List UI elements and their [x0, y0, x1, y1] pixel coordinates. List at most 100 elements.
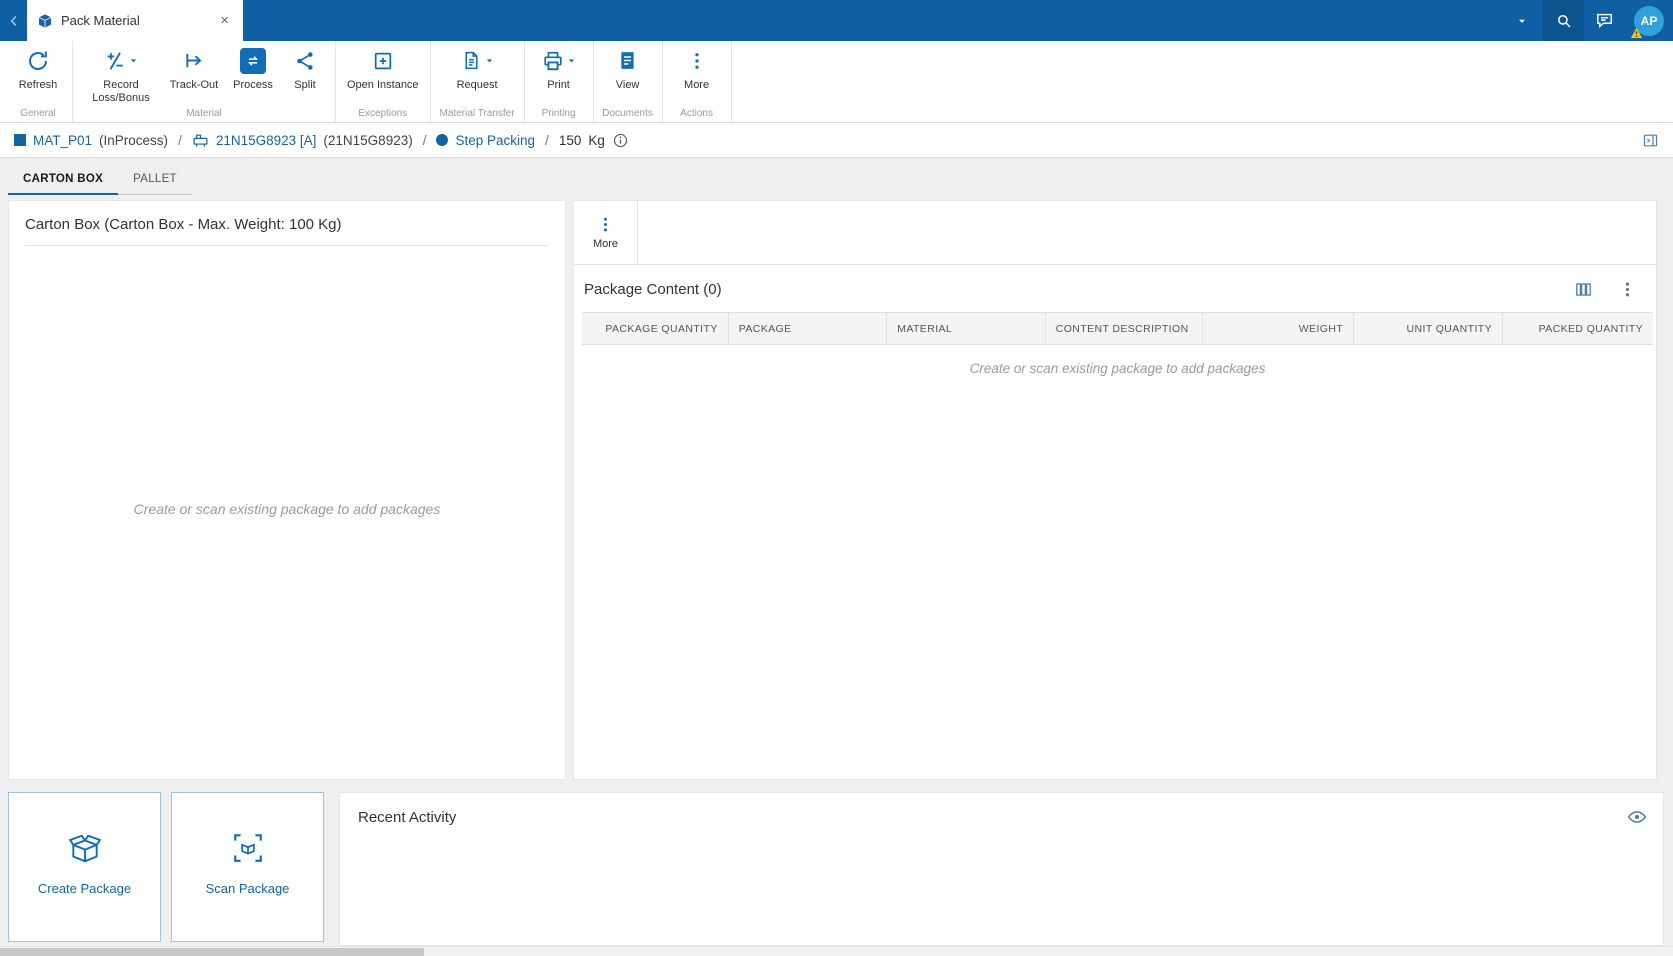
- column-header-weight[interactable]: WEIGHT: [1203, 313, 1355, 344]
- track-out-button-label: Track-Out: [169, 79, 219, 91]
- request-button[interactable]: Request: [447, 45, 507, 92]
- create-package-icon: [67, 831, 103, 865]
- column-options-icon[interactable]: [1574, 280, 1593, 299]
- dropdown-caret-icon: [129, 56, 138, 65]
- package-content-toolbar: More: [574, 201, 1656, 265]
- close-icon[interactable]: ×: [216, 11, 233, 30]
- column-header-content-description[interactable]: CONTENT DESCRIPTION: [1046, 313, 1204, 344]
- open-instance-button[interactable]: Open Instance: [342, 45, 424, 92]
- split-icon: [294, 50, 316, 72]
- breadcrumb-separator: /: [422, 132, 427, 148]
- back-button[interactable]: [0, 0, 27, 41]
- eye-icon[interactable]: [1627, 807, 1647, 827]
- toolbar-group-material-transfer: Request Material Transfer: [431, 41, 525, 122]
- tab-pallet[interactable]: PALLET: [118, 167, 192, 195]
- search-icon: [1555, 12, 1573, 30]
- package-more-button-label: More: [592, 237, 619, 250]
- package-more-button[interactable]: More: [574, 201, 638, 264]
- toolbar-group-general: Refresh General: [4, 41, 73, 122]
- resource-secondary: (21N15G8923): [323, 132, 413, 148]
- horizontal-scrollbar[interactable]: [0, 946, 1673, 956]
- record-loss-bonus-button[interactable]: Record Loss/Bonus: [79, 45, 163, 104]
- material-icon: [14, 134, 26, 146]
- resource-icon: [192, 132, 209, 149]
- print-icon: [542, 50, 564, 72]
- column-header-packed-quantity[interactable]: PACKED QUANTITY: [1503, 313, 1653, 344]
- open-panel-icon[interactable]: [1642, 132, 1659, 149]
- record-loss-bonus-button-label: Record Loss/Bonus: [92, 79, 150, 104]
- quantity-unit: Kg: [588, 132, 605, 148]
- process-icon: [240, 47, 266, 74]
- user-avatar-button[interactable]: AP: [1625, 0, 1673, 41]
- warning-badge-icon: [1630, 27, 1643, 39]
- scan-package-button[interactable]: Scan Package: [171, 792, 324, 942]
- refresh-button[interactable]: Refresh: [10, 45, 66, 92]
- toolbar-group-label-actions: Actions: [680, 108, 713, 119]
- horizontal-scrollbar-thumb[interactable]: [0, 948, 424, 956]
- toolbar-group-documents: View Documents: [594, 41, 663, 122]
- material-status: (InProcess): [99, 132, 169, 148]
- view-button[interactable]: View: [600, 45, 656, 92]
- create-package-button[interactable]: Create Package: [8, 792, 161, 942]
- kebab-icon[interactable]: [1619, 281, 1636, 298]
- scan-package-icon: [230, 831, 266, 865]
- toolbar-group-label-material-transfer: Material Transfer: [439, 108, 515, 119]
- more-icon: [687, 51, 707, 71]
- package-content-empty-message: Create or scan existing package to add p…: [969, 361, 1266, 376]
- messages-button[interactable]: [1584, 0, 1625, 41]
- topbar-dropdown-button[interactable]: [1501, 0, 1543, 41]
- create-package-label: Create Package: [37, 881, 132, 896]
- package-content-actions: [1574, 280, 1642, 299]
- request-icon: [461, 50, 482, 71]
- carton-box-empty-message: Create or scan existing package to add p…: [133, 501, 441, 517]
- breadcrumb-resource-link[interactable]: 21N15G8923 [A]: [216, 133, 317, 148]
- topbar-actions: AP: [1501, 0, 1673, 41]
- open-instance-button-label: Open Instance: [347, 79, 419, 91]
- app-icon: [37, 13, 53, 29]
- process-button[interactable]: Process: [225, 45, 281, 92]
- more-button[interactable]: More: [669, 45, 725, 92]
- column-header-package[interactable]: PACKAGE: [729, 313, 888, 344]
- toolbar-group-material: Record Loss/Bonus Track-Out Process Spli…: [73, 41, 336, 122]
- column-header-unit-quantity[interactable]: UNIT QUANTITY: [1354, 313, 1503, 344]
- toolbar-group-label-documents: Documents: [602, 108, 653, 119]
- search-button[interactable]: [1543, 0, 1584, 41]
- breadcrumb-step-link[interactable]: Step Packing: [455, 133, 535, 148]
- table-header-row: PACKAGE QUANTITY PACKAGE MATERIAL CONTEN…: [582, 312, 1653, 345]
- record-loss-bonus-icon: [104, 50, 126, 72]
- request-button-label: Request: [456, 79, 498, 91]
- breadcrumb-material-link[interactable]: MAT_P01: [33, 133, 92, 148]
- toolbar-group-printing: Print Printing: [525, 41, 594, 122]
- tab-carton-box[interactable]: CARTON BOX: [8, 167, 119, 195]
- breadcrumb-separator: /: [545, 132, 549, 148]
- breadcrumb: MAT_P01 (InProcess) / 21N15G8923 [A] (21…: [0, 123, 1673, 158]
- toolbar-group-exceptions: Open Instance Exceptions: [336, 41, 431, 122]
- package-type-tabs: CARTON BOX PALLET: [8, 167, 192, 195]
- toolbar: Refresh General Record Loss/Bonus Track-…: [0, 41, 1673, 123]
- package-content-header: Package Content (0): [574, 265, 1656, 312]
- package-content-title: Package Content (0): [584, 281, 722, 298]
- view-icon: [617, 50, 638, 71]
- toolbar-group-label-general: General: [20, 108, 56, 119]
- split-button-label: Split: [294, 79, 316, 91]
- column-header-package-quantity[interactable]: PACKAGE QUANTITY: [582, 313, 729, 344]
- open-instance-icon: [372, 50, 394, 72]
- print-button[interactable]: Print: [531, 45, 587, 92]
- split-button[interactable]: Split: [281, 45, 329, 92]
- toolbar-group-label-exceptions: Exceptions: [358, 108, 408, 119]
- step-icon: [436, 134, 449, 146]
- track-out-button[interactable]: Track-Out: [163, 45, 225, 92]
- dropdown-caret-icon: [567, 56, 576, 65]
- more-button-label: More: [684, 79, 710, 91]
- recent-activity-title: Recent Activity: [358, 808, 457, 826]
- document-tab-pack-material[interactable]: Pack Material ×: [27, 0, 243, 41]
- carton-box-panel-title: Carton Box (Carton Box - Max. Weight: 10…: [25, 201, 549, 246]
- back-chevron-icon: [5, 12, 23, 30]
- view-button-label: View: [615, 79, 640, 91]
- info-icon[interactable]: [612, 132, 629, 149]
- column-header-material[interactable]: MATERIAL: [887, 313, 1046, 344]
- toolbar-group-label-material: Material: [186, 108, 222, 119]
- top-bar: Pack Material × AP: [0, 0, 1673, 41]
- package-content-panel: More Package Content (0) PACKAGE QUANTIT…: [573, 200, 1657, 780]
- toolbar-group-actions: More Actions: [663, 41, 732, 122]
